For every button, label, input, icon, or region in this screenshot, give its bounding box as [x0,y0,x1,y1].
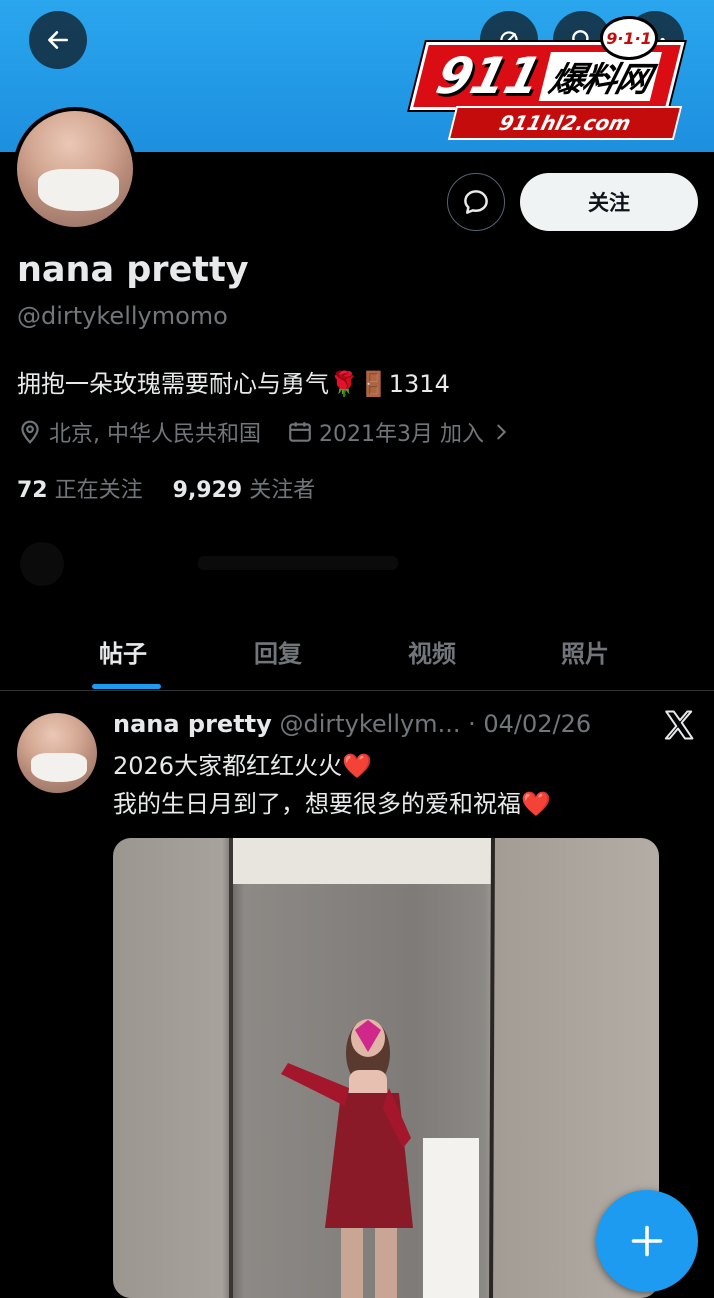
post-avatar[interactable] [17,713,97,793]
profile-location: 北京, 中华人民共和国 [49,422,261,447]
watermark-brand: 爆料网 [539,51,663,101]
following-count: 72 [17,478,48,503]
post-text-line-1: 2026大家都红红火火❤️ [113,752,372,780]
profile-name: nana pretty [17,250,249,290]
post-author[interactable]: nana pretty [113,710,272,738]
message-icon [464,190,488,214]
compose-button[interactable] [596,1190,698,1292]
back-button[interactable] [29,11,87,69]
followers-count: 9,929 [172,478,243,503]
profile-joined[interactable]: 2021年3月 加入 [319,416,484,448]
profile-tabs: 帖子 回复 视频 照片 [0,612,714,691]
profile-meta: 北京, 中华人民共和国 2021年3月 加入 [17,416,512,448]
profile-stats: 72 正在关注 9,929 关注者 [17,472,315,504]
following-link[interactable]: 72 正在关注 [17,478,143,503]
post-photo [229,838,495,1298]
x-logo-icon [664,710,694,740]
chevron-right-icon[interactable] [490,421,512,443]
faded-followers-preview [20,542,398,586]
tab-videos[interactable]: 视频 [408,634,456,669]
active-tab-indicator [92,684,161,689]
post-date[interactable]: · 04/02/26 [468,710,591,738]
calendar-icon [289,422,311,442]
profile-avatar[interactable] [13,107,137,231]
post-handle[interactable]: @dirtykellym... [279,710,460,738]
followers-label: 关注者 [249,478,316,503]
follow-button[interactable]: 关注 [520,173,698,231]
message-button[interactable] [447,173,505,231]
tab-posts[interactable]: 帖子 [99,634,147,669]
watermark-url: 911hl2.com [447,106,683,140]
location-pin-icon [21,420,39,444]
plus-icon [631,1225,663,1257]
back-arrow-icon [48,31,68,49]
watermark-badge: 9·1·1 [600,16,658,60]
tab-replies[interactable]: 回复 [254,634,302,669]
watermark-number: 911 [430,47,547,105]
post-media-image[interactable] [113,838,659,1298]
post-header: nana pretty @dirtykellym... · 04/02/26 [113,710,591,738]
profile-handle: @dirtykellymomo [17,302,228,330]
followers-link[interactable]: 9,929 关注者 [173,478,316,503]
watermark-logo: 911 爆料网 9·1·1 911hl2.com [404,14,710,144]
following-label: 正在关注 [54,478,143,503]
tab-photos[interactable]: 照片 [561,634,609,669]
post-text-line-2: 我的生日月到了，想要很多的爱和祝福❤️ [113,790,551,818]
profile-bio: 拥抱一朵玫瑰需要耐心与勇气🌹🚪1314 [17,370,450,398]
